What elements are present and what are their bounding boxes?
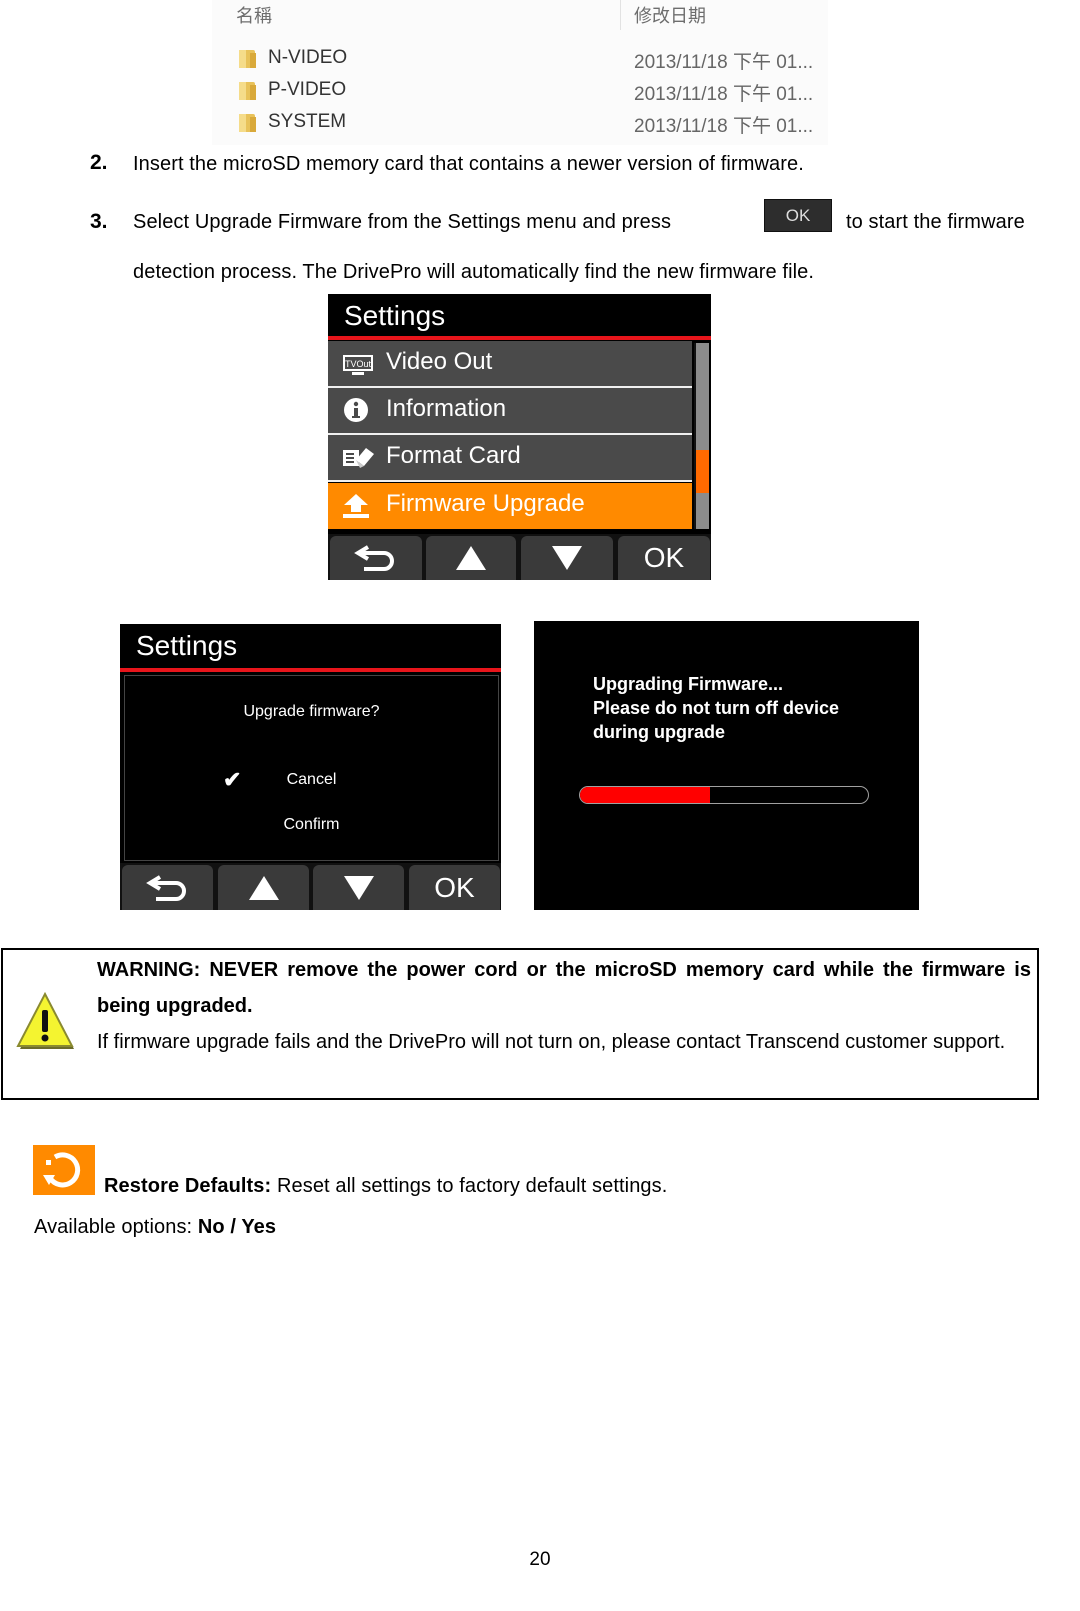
restore-options-line: Available options: No / Yes: [34, 1216, 276, 1239]
column-header-name[interactable]: 名稱: [236, 2, 272, 28]
up-arrow-icon: [248, 875, 279, 900]
menu-item-firmware-upgrade[interactable]: Firmware Upgrade: [328, 483, 692, 529]
tv-out-icon: TVOut: [343, 355, 373, 375]
upgrading-screen: Upgrading Firmware... Please do not turn…: [534, 621, 919, 910]
hardware-button-bar: OK: [328, 534, 711, 580]
warning-bold-text: WARNING: NEVER remove the power cord or …: [97, 959, 1031, 1017]
step-2: 2.: [90, 151, 108, 175]
step-3-line2: detection process. The DrivePro will aut…: [133, 261, 815, 283]
file-name: P-VIDEO: [268, 79, 347, 100]
column-header-modified[interactable]: 修改日期: [634, 2, 706, 28]
up-arrow-icon: [456, 546, 486, 570]
restore-defaults-title: Restore Defaults:: [104, 1175, 272, 1197]
scrollbar-thumb[interactable]: [696, 450, 709, 493]
back-button[interactable]: [122, 865, 213, 910]
step-2-text: Insert the microSD memory card that cont…: [133, 153, 804, 175]
ok-label: OK: [764, 199, 832, 232]
file-date: 2013/11/18 下午 01...: [634, 116, 814, 137]
dialog-panel: Upgrade firmware? ✔ Cancel Confirm: [124, 675, 499, 861]
settings-menu-screen: Settings TVOut Video Out Information For…: [328, 294, 711, 580]
up-button[interactable]: [218, 865, 309, 910]
options-label: Available options:: [34, 1216, 198, 1238]
ok-button-illustration: OK: [764, 199, 832, 232]
down-arrow-icon: [343, 875, 374, 900]
hardware-button-bar: OK: [120, 863, 501, 910]
file-row[interactable]: N-VIDEO 2013/11/18 下午 01...: [238, 45, 828, 73]
upload-icon: [343, 494, 369, 518]
upgrade-message: Upgrading Firmware... Please do not turn…: [593, 672, 839, 744]
menu-item-label: Video Out: [386, 348, 493, 375]
folder-icon: [239, 82, 256, 100]
step-3-text-after: to start the firmware: [846, 211, 1025, 233]
back-icon: [354, 545, 394, 571]
title-underline: [120, 668, 501, 672]
menu-item-label: Information: [386, 395, 507, 422]
upgrade-message-line1: Upgrading Firmware...: [593, 674, 784, 694]
upgrade-progress-bar: [579, 786, 869, 804]
file-name: SYSTEM: [268, 111, 347, 132]
warning-box: WARNING: NEVER remove the power cord or …: [1, 948, 1039, 1100]
upgrade-message-line3: during upgrade: [593, 722, 725, 742]
progress-fill: [580, 787, 710, 803]
step-3: 3.: [90, 210, 108, 234]
restore-defaults-icon: [33, 1145, 95, 1195]
options-value: No / Yes: [197, 1216, 277, 1238]
svg-text:TVOut: TVOut: [345, 359, 372, 369]
file-date: 2013/11/18 下午 01...: [634, 84, 814, 105]
ok-button[interactable]: OK: [618, 536, 710, 580]
back-icon: [145, 874, 186, 901]
title-underline: [328, 336, 711, 340]
option-confirm[interactable]: Confirm: [125, 816, 498, 834]
menu-item-video-out[interactable]: TVOut Video Out: [328, 341, 692, 386]
screen-title: Settings: [136, 630, 238, 661]
down-button[interactable]: [521, 536, 613, 580]
format-card-icon: [343, 448, 374, 468]
folder-icon: [239, 114, 256, 132]
back-button[interactable]: [330, 536, 422, 580]
menu-divider: [328, 480, 692, 482]
menu-item-format-card[interactable]: Format Card: [328, 435, 692, 480]
file-name: N-VIDEO: [268, 47, 348, 68]
ok-button[interactable]: OK: [409, 865, 500, 910]
screen-title: Settings: [344, 300, 446, 331]
menu-item-information[interactable]: Information: [328, 388, 692, 433]
dialog-question: Upgrade firmware?: [243, 703, 380, 720]
menu-item-label: Format Card: [386, 442, 521, 469]
folder-icon: [239, 50, 256, 68]
upgrade-message-line2: Please do not turn off device: [593, 698, 840, 718]
file-row[interactable]: P-VIDEO 2013/11/18 下午 01...: [238, 77, 828, 105]
column-separator: [620, 0, 621, 30]
menu-scrollbar[interactable]: [694, 343, 709, 529]
file-date: 2013/11/18 下午 01...: [634, 52, 814, 73]
restore-defaults-line: Restore Defaults: Reset all settings to …: [104, 1175, 667, 1198]
page-number: 20: [529, 1549, 551, 1570]
warning-detail-text: If firmware upgrade fails and the DriveP…: [97, 1031, 1006, 1053]
file-explorer-screenshot: 名稱 修改日期 N-VIDEO 2013/11/18 下午 01... P-VI…: [212, 0, 828, 145]
step-3-text-before: Select Upgrade Firmware from the Setting…: [133, 211, 672, 233]
warning-text: WARNING: NEVER remove the power cord or …: [97, 952, 1031, 1060]
warning-icon: [16, 991, 74, 1049]
upgrade-confirm-screen: Settings Upgrade firmware? ✔ Cancel Conf…: [120, 624, 501, 910]
restore-defaults-description: Reset all settings to factory default se…: [271, 1175, 668, 1197]
down-arrow-icon: [552, 546, 582, 570]
option-cancel[interactable]: Cancel: [125, 771, 498, 789]
step-number: 2.: [90, 151, 108, 174]
info-icon: [344, 398, 368, 422]
step-number: 3.: [90, 210, 108, 233]
up-button[interactable]: [426, 536, 516, 580]
down-button[interactable]: [313, 865, 404, 910]
menu-item-label: Firmware Upgrade: [386, 490, 585, 517]
file-row[interactable]: SYSTEM 2013/11/18 下午 01...: [238, 109, 828, 137]
